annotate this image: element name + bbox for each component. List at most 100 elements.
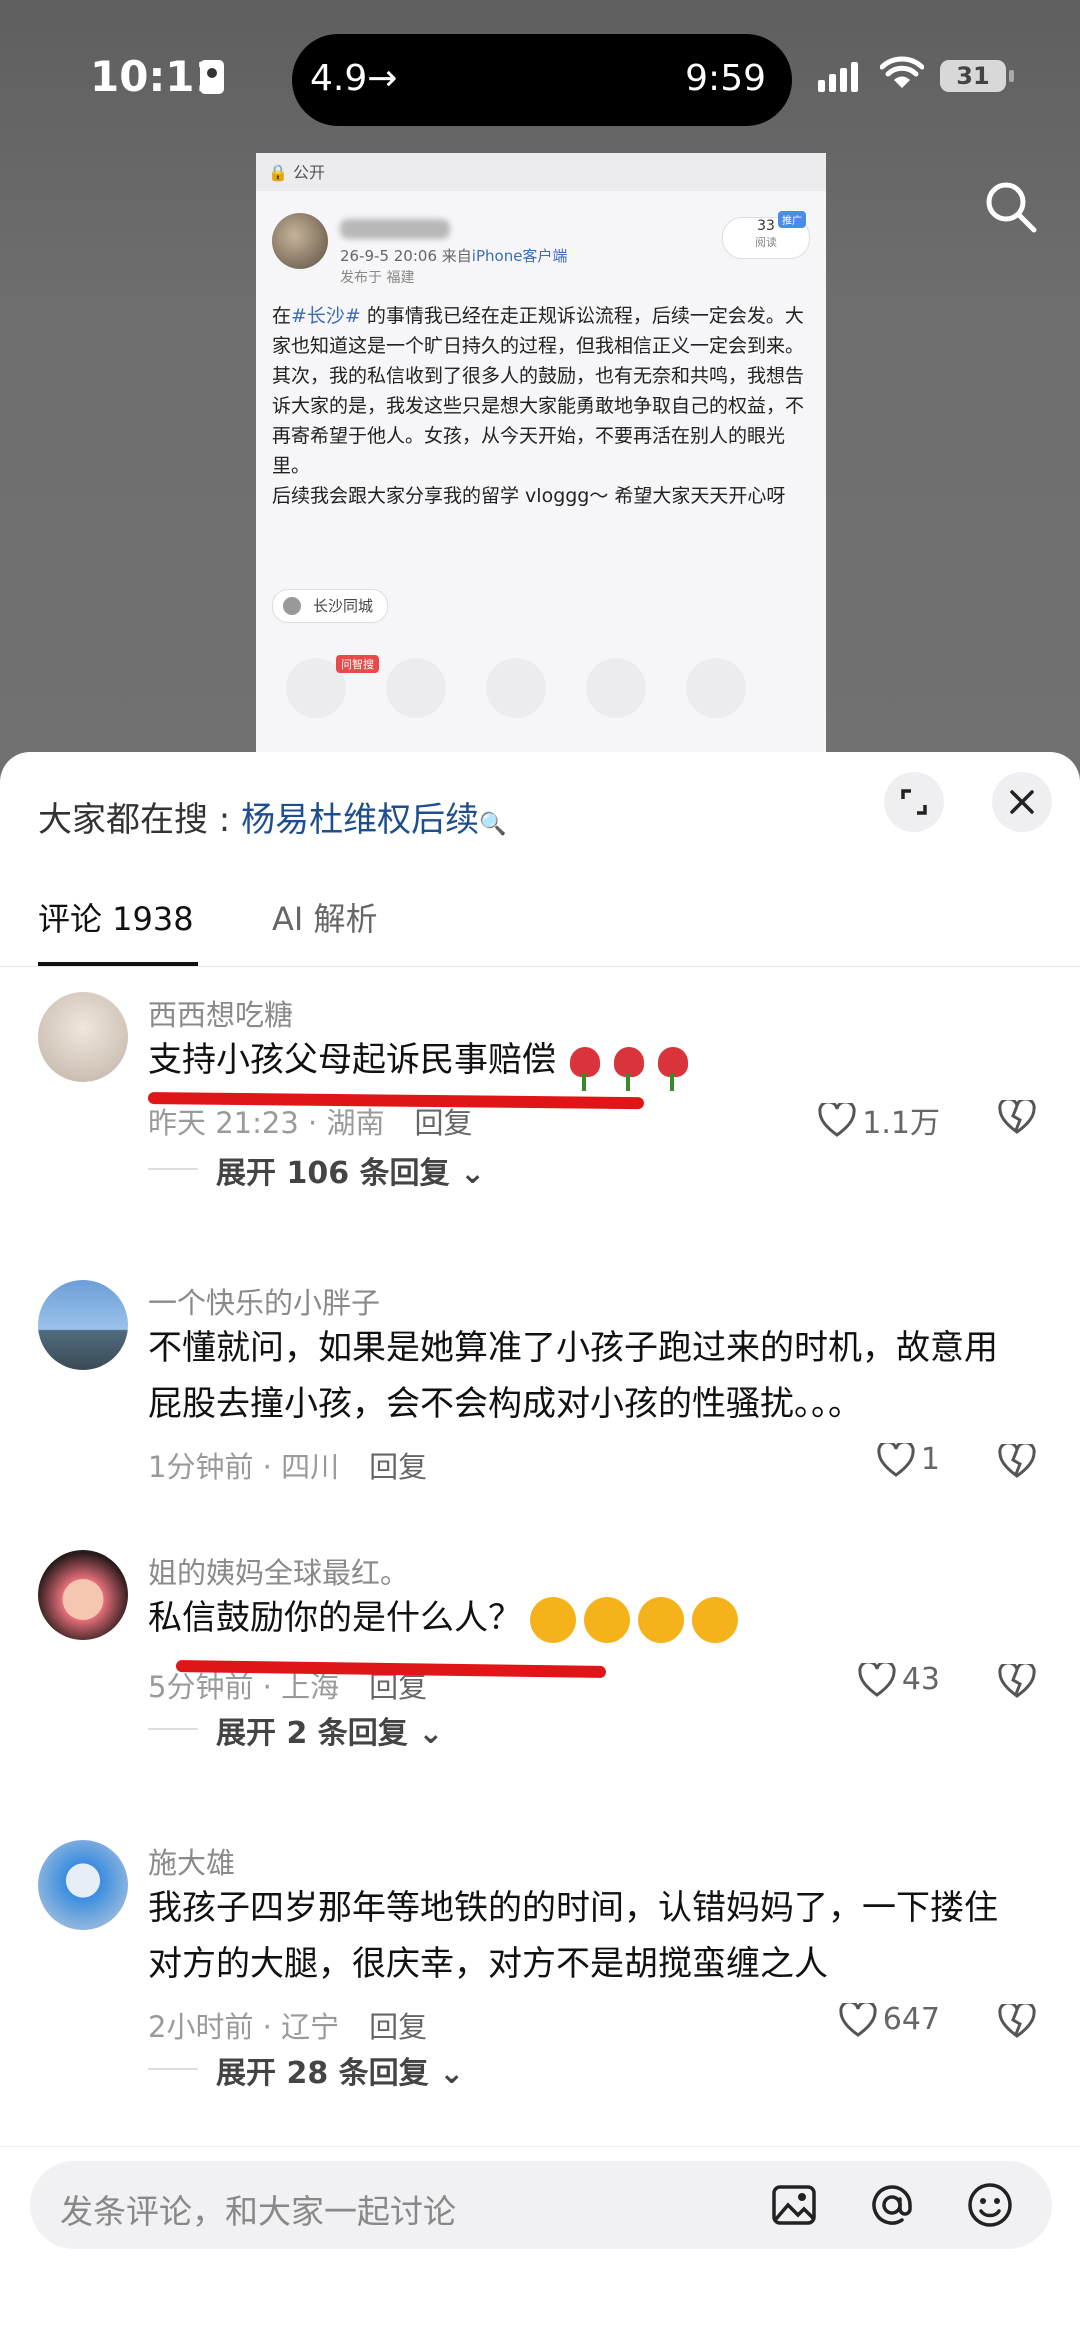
post-body-3: 后续我会跟大家分享我的留学 vloggg～ 希望大家天天开心呀	[272, 485, 786, 507]
image-icon[interactable]	[770, 2181, 818, 2229]
emoji-icon[interactable]	[966, 2181, 1014, 2229]
tab-ai-analysis[interactable]: AI 解析	[272, 894, 378, 940]
close-icon[interactable]	[992, 772, 1052, 832]
expand-label: 展开 28 条回复	[216, 2056, 429, 2091]
post-body: 在#长沙# 的事情我已经在走正规诉讼流程，后续一定会发。大家也知道这是一个旷日持…	[272, 305, 805, 507]
island-left-text: 4.9→	[310, 58, 398, 99]
push-badge: 推广	[778, 211, 806, 228]
expand-divider	[148, 1728, 198, 1730]
comment-time: 2小时前 · 辽宁	[148, 2010, 340, 2044]
rose-emoji-icon	[570, 1046, 600, 1091]
moments-share-icon[interactable]	[486, 658, 546, 718]
hot-badge: 问智搜	[336, 655, 379, 673]
post-meta: 26-9-5 20:06 来自iPhone客户端	[340, 245, 567, 266]
search-icon[interactable]	[982, 178, 1038, 234]
expand-replies-button[interactable]: 展开 106 条回复 ⌄	[216, 1148, 485, 1192]
rose-emoji-icon	[658, 1046, 688, 1091]
like-button[interactable]: 43	[858, 1662, 940, 1697]
topic-tag[interactable]: #长沙#	[291, 305, 361, 327]
dynamic-island[interactable]: 4.9→ 9:59	[292, 34, 792, 126]
post-preview[interactable]: 🔒 公开 26-9-5 20:06 来自iPhone客户端 发布于 福建 33 …	[256, 153, 826, 753]
emoji-face-icon	[584, 1596, 630, 1643]
post-location: 发布于 福建	[340, 270, 415, 286]
tab-comments[interactable]: 评论 1938	[38, 894, 194, 940]
comment-input-bar: 发条评论，和大家一起讨论	[0, 2146, 1080, 2348]
avatar[interactable]	[38, 1840, 128, 1930]
comment-text: 私信鼓励你的是什么人？	[148, 1590, 1028, 1646]
comment-text-body: 支持小孩父母起诉民事赔偿	[148, 1040, 556, 1080]
heart-icon	[877, 1442, 915, 1477]
save-image-icon[interactable]	[686, 658, 746, 718]
source-prefix: 来自	[441, 247, 472, 265]
expand-icon[interactable]	[884, 772, 944, 832]
blurred-username	[340, 219, 450, 239]
hot-search-label: 大家都在搜 :	[38, 800, 242, 840]
qq-share-icon[interactable]	[586, 658, 646, 718]
island-right-text: 9:59	[685, 58, 766, 99]
comment-input[interactable]: 发条评论，和大家一起讨论	[30, 2161, 1052, 2249]
search-small-icon: 🔍	[479, 812, 507, 837]
reply-button[interactable]: 回复	[369, 2010, 427, 2044]
reply-button[interactable]: 回复	[369, 1450, 427, 1484]
post-source: iPhone客户端	[471, 247, 568, 265]
battery-icon: 31	[940, 60, 1014, 92]
heart-icon	[839, 2002, 877, 2037]
expand-replies-button[interactable]: 展开 28 条回复 ⌄	[216, 2048, 464, 2092]
avatar[interactable]	[38, 1550, 128, 1640]
read-count: 33	[757, 218, 775, 234]
like-button[interactable]: 1	[877, 1442, 940, 1477]
avatar[interactable]	[38, 992, 128, 1082]
heart-icon	[858, 1662, 896, 1697]
reply-button[interactable]: 回复	[414, 1106, 472, 1140]
expand-label: 展开 2 条回复	[216, 1716, 408, 1751]
comment-input-placeholder: 发条评论，和大家一起讨论	[60, 2192, 456, 2231]
comment-username[interactable]: 一个快乐的小胖子	[148, 1280, 380, 1322]
expand-divider	[148, 2068, 198, 2070]
visibility-label: 公开	[293, 163, 326, 182]
comment-time: 昨天 21:23 · 湖南	[148, 1106, 385, 1140]
like-count: 1	[920, 1442, 940, 1477]
broken-heart-icon[interactable]	[998, 1444, 1036, 1478]
expand-label: 展开 106 条回复	[216, 1156, 450, 1191]
comment-username[interactable]: 西西想吃糖	[148, 992, 293, 1034]
divider	[0, 966, 1080, 967]
wechat-share-icon[interactable]	[386, 658, 446, 718]
comment-text: 我孩子四岁那年等地铁的的时间，认错妈妈了，一下搂住对方的大腿，很庆幸，对方不是胡…	[148, 1888, 998, 1984]
comment-text: 支持小孩父母起诉民事赔偿	[148, 1032, 1028, 1091]
expand-divider	[148, 1168, 198, 1170]
like-count: 43	[901, 1662, 940, 1697]
cellular-signal-icon	[818, 62, 858, 92]
comment-time: 5分钟前 · 上海	[148, 1670, 340, 1704]
poster-avatar	[272, 213, 328, 269]
comment-meta: 2小时前 · 辽宁 回复	[148, 2004, 427, 2046]
broken-heart-icon[interactable]	[998, 1664, 1036, 1698]
visibility-bar: 🔒 公开	[256, 153, 826, 191]
emoji-face-icon	[638, 1596, 684, 1643]
broken-heart-icon[interactable]	[998, 1100, 1036, 1134]
like-button[interactable]: 647	[839, 2002, 940, 2037]
at-mention-icon[interactable]	[868, 2181, 916, 2229]
comment-text-body: 私信鼓励你的是什么人？	[148, 1598, 522, 1638]
status-bar: 10:11 4.9→ 9:59 31	[0, 0, 1080, 150]
post-date: 26-9-5 20:06	[340, 247, 437, 265]
like-button[interactable]: 1.1万	[818, 1098, 940, 1142]
comment-username[interactable]: 施大雄	[148, 1840, 235, 1882]
like-count: 647	[882, 2002, 940, 2037]
hot-search[interactable]: 大家都在搜 : 杨易杜维权后续🔍	[38, 792, 506, 841]
read-label: 阅读	[755, 236, 777, 249]
comment-sheet: 大家都在搜 : 杨易杜维权后续🔍 评论 1938 AI 解析 西西想吃糖 支持小…	[0, 752, 1080, 2347]
expand-replies-button[interactable]: 展开 2 条回复 ⌄	[216, 1708, 443, 1752]
post-body-2: 其次，我的私信收到了很多人的鼓励，也有无奈和共鸣，我想告诉大家的是，我发这些只是…	[272, 365, 805, 477]
comment-username[interactable]: 姐的姨妈全球最红。	[148, 1550, 409, 1592]
comment-text: 不懂就问，如果是她算准了小孩子跑过来的时机，故意用屁股去撞小孩，会不会构成对小孩…	[148, 1328, 998, 1424]
hot-search-keyword[interactable]: 杨易杜维权后续	[241, 800, 479, 840]
wifi-icon	[880, 56, 924, 88]
heart-icon	[818, 1103, 856, 1137]
avatar[interactable]	[38, 1280, 128, 1370]
like-count: 1.1万	[862, 1106, 940, 1141]
city-chip[interactable]: 长沙同城	[272, 589, 389, 623]
emoji-face-icon	[692, 1596, 738, 1643]
rose-emoji-icon	[614, 1046, 644, 1091]
contact-card-icon	[200, 60, 224, 94]
broken-heart-icon[interactable]	[998, 2004, 1036, 2038]
